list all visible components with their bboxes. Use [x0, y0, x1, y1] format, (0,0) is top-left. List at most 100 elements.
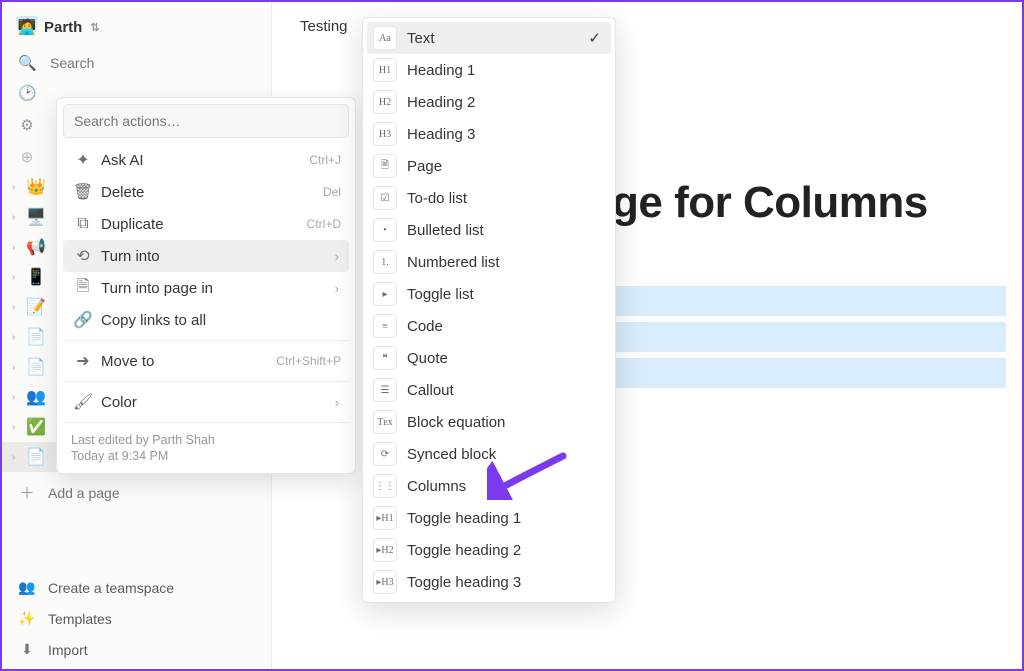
page-emoji-icon: 👥	[26, 387, 46, 407]
menu-item-duplicate[interactable]: ⧉ DuplicateCtrl+D	[63, 208, 349, 240]
selected-block[interactable]	[610, 322, 1006, 352]
turn-into-block-equation[interactable]: Tᴇx Block equation	[367, 406, 611, 438]
turn-into-toggle-heading-1[interactable]: ▸H1 Toggle heading 1	[367, 502, 611, 534]
turn-into-heading-2[interactable]: H2 Heading 2	[367, 86, 611, 118]
turn-into-heading-1[interactable]: H1 Heading 1	[367, 54, 611, 86]
shortcut-hint: Del	[323, 185, 341, 199]
menu-item-move-to[interactable]: ➜ Move toCtrl+Shift+P	[63, 345, 349, 377]
actions-search-input[interactable]	[63, 104, 349, 138]
menu-item-copy-links-to-all[interactable]: 🔗 Copy links to all	[63, 304, 349, 336]
menu-item-label: Turn into page in	[101, 280, 335, 297]
chevron-right-icon[interactable]: ›	[12, 422, 22, 433]
turn-into-text[interactable]: Aa Text✓	[367, 22, 611, 54]
block-type-label: Callout	[407, 382, 605, 399]
menu-item-label: Copy links to all	[101, 312, 341, 329]
block-thumb-icon: Tᴇx	[373, 410, 397, 434]
chevron-right-icon[interactable]: ›	[12, 242, 22, 253]
check-icon: ✓	[588, 29, 605, 47]
block-type-label: Block equation	[407, 414, 605, 431]
add-page-button[interactable]: ＋ Add a page	[2, 472, 271, 513]
chevron-right-icon[interactable]: ›	[12, 182, 22, 193]
turn-into-quote[interactable]: ❝ Quote	[367, 342, 611, 374]
menu-footer: Last edited by Parth Shah Today at 9:34 …	[63, 427, 349, 467]
turn-into-menu: Aa Text✓H1 Heading 1H2 Heading 2H3 Headi…	[362, 17, 616, 603]
block-thumb-icon: Aa	[373, 26, 397, 50]
turn-into-toggle-list[interactable]: ▸ Toggle list	[367, 278, 611, 310]
create-teamspace-button[interactable]: 👥 Create a teamspace	[2, 572, 271, 603]
block-type-label: Text	[407, 30, 588, 47]
turn-into-toggle-heading-3[interactable]: ▸H3 Toggle heading 3	[367, 566, 611, 598]
menu-item-turn-into-page-in[interactable]: 🗎 Turn into page in›	[63, 272, 349, 304]
search-button[interactable]: 🔍 Search	[2, 48, 271, 78]
templates-button[interactable]: ✨ Templates	[2, 603, 271, 634]
selected-block[interactable]	[610, 286, 1006, 316]
page-emoji-icon: ✅	[26, 417, 46, 437]
menu-item-label: Move to	[101, 353, 276, 370]
turn-into-columns[interactable]: ⋮⋮ Columns	[367, 470, 611, 502]
block-thumb-icon: ❝	[373, 346, 397, 370]
block-thumb-icon: H1	[373, 58, 397, 82]
turn-into-callout[interactable]: ☰ Callout	[367, 374, 611, 406]
block-type-label: Heading 1	[407, 62, 605, 79]
block-thumb-icon: ▸	[373, 282, 397, 306]
block-thumb-icon: ☰	[373, 378, 397, 402]
menu-item-icon: ✦	[71, 150, 95, 170]
updates-icon[interactable]: 🕑	[18, 84, 36, 102]
turn-into-bulleted-list[interactable]: • Bulleted list	[367, 214, 611, 246]
new-page-icon[interactable]: ⊕	[18, 148, 36, 166]
chevron-right-icon[interactable]: ›	[12, 362, 22, 373]
menu-item-icon: 🔗	[71, 310, 95, 330]
turn-into-heading-3[interactable]: H3 Heading 3	[367, 118, 611, 150]
menu-item-icon: 🖌	[71, 392, 95, 412]
menu-item-icon: ➜	[71, 351, 95, 371]
block-thumb-icon: ▸H1	[373, 506, 397, 530]
shortcut-hint: Ctrl+D	[307, 217, 341, 231]
menu-item-turn-into[interactable]: ⟲ Turn into›	[63, 240, 349, 272]
workspace-name: Parth	[44, 19, 82, 36]
block-type-label: Toggle heading 2	[407, 542, 605, 559]
turn-into-numbered-list[interactable]: 1. Numbered list	[367, 246, 611, 278]
selected-block[interactable]	[610, 358, 1006, 388]
chevron-right-icon[interactable]: ›	[12, 332, 22, 343]
chevron-right-icon: ›	[335, 249, 341, 264]
turn-into-to-do-list[interactable]: ☑ To-do list	[367, 182, 611, 214]
menu-item-label: Color	[101, 394, 335, 411]
menu-item-color[interactable]: 🖌 Color›	[63, 386, 349, 418]
block-thumb-icon: 1.	[373, 250, 397, 274]
import-icon: ⬇	[18, 641, 36, 658]
block-thumb-icon: ▸H3	[373, 570, 397, 594]
chevron-right-icon: ›	[335, 281, 341, 296]
block-thumb-icon: H2	[373, 90, 397, 114]
chevron-right-icon[interactable]: ›	[12, 272, 22, 283]
block-type-label: Toggle heading 1	[407, 510, 605, 527]
turn-into-page[interactable]: 🗎 Page	[367, 150, 611, 182]
chevron-right-icon[interactable]: ›	[12, 302, 22, 313]
search-label: Search	[50, 55, 94, 71]
chevron-right-icon[interactable]: ›	[12, 392, 22, 403]
chevron-right-icon[interactable]: ›	[12, 452, 22, 463]
block-thumb-icon: ≡	[373, 314, 397, 338]
menu-item-delete[interactable]: 🗑 DeleteDel	[63, 176, 349, 208]
turn-into-code[interactable]: ≡ Code	[367, 310, 611, 342]
turn-into-synced-block[interactable]: ⟳ Synced block	[367, 438, 611, 470]
import-button[interactable]: ⬇ Import	[2, 634, 271, 665]
block-thumb-icon: 🗎	[373, 154, 397, 178]
block-thumb-icon: ▸H2	[373, 538, 397, 562]
block-type-label: Bulleted list	[407, 222, 605, 239]
plus-icon: ＋	[18, 482, 36, 503]
block-type-label: Heading 2	[407, 94, 605, 111]
chevron-updown-icon: ⇅	[90, 21, 99, 34]
page-emoji-icon: 👑	[26, 177, 46, 197]
turn-into-toggle-heading-2[interactable]: ▸H2 Toggle heading 2	[367, 534, 611, 566]
chevron-right-icon[interactable]: ›	[12, 212, 22, 223]
workspace-switcher[interactable]: 🧑‍💻 Parth ⇅	[2, 12, 271, 48]
menu-item-icon: 🗎	[71, 275, 95, 302]
menu-item-ask-ai[interactable]: ✦ Ask AICtrl+J	[63, 144, 349, 176]
menu-item-label: Ask AI	[101, 152, 309, 169]
teamspace-icon: 👥	[18, 579, 36, 596]
page-emoji-icon: 📄	[26, 357, 46, 377]
block-type-label: Toggle list	[407, 286, 605, 303]
block-type-label: Numbered list	[407, 254, 605, 271]
settings-icon[interactable]: ⚙	[18, 116, 36, 134]
block-thumb-icon: •	[373, 218, 397, 242]
